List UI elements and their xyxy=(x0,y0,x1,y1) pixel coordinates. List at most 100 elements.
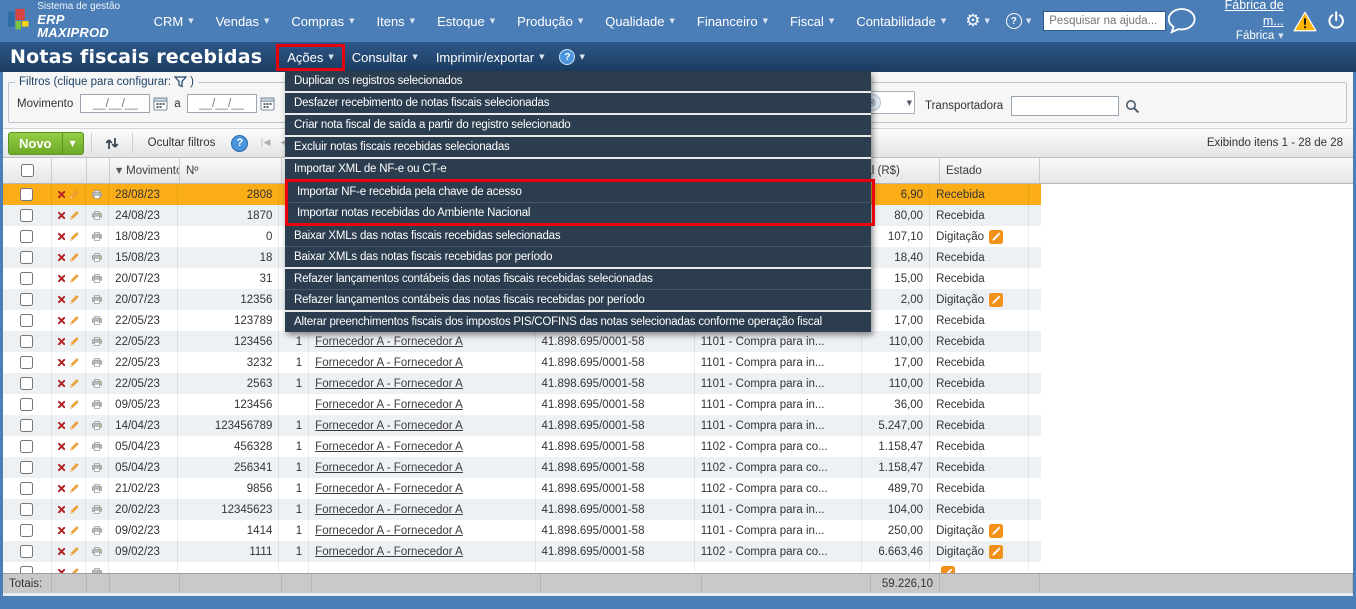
fornecedor-link[interactable]: Fornecedor A - Fornecedor A xyxy=(315,504,463,516)
print-icon[interactable] xyxy=(92,482,103,495)
edit-pencil-icon[interactable] xyxy=(69,356,79,369)
delete-icon[interactable] xyxy=(57,211,65,220)
row-checkbox[interactable] xyxy=(20,335,34,348)
print-icon[interactable] xyxy=(92,440,103,453)
row-checkbox[interactable] xyxy=(20,293,34,306)
row-checkbox[interactable] xyxy=(20,524,34,537)
edit-pencil-icon[interactable] xyxy=(69,335,79,348)
delete-icon[interactable] xyxy=(57,442,65,451)
fornecedor-link[interactable]: Fornecedor A - Fornecedor A xyxy=(315,483,463,495)
fornecedor-link[interactable]: Fornecedor A - Fornecedor A xyxy=(315,546,463,558)
company-link[interactable]: Fábrica de m... xyxy=(1207,0,1284,29)
menu-consultar[interactable]: Consultar ▼ xyxy=(343,46,427,69)
print-icon[interactable] xyxy=(92,293,103,306)
delete-icon[interactable] xyxy=(57,358,65,367)
menu-item-baixar-xmls-das-notas-fiscais-recebidas-[interactable]: Baixar XMLs das notas fiscais recebidas … xyxy=(285,246,871,267)
digitacao-edit-icon[interactable] xyxy=(989,229,1004,244)
novo-button[interactable]: Novo ▼ xyxy=(8,131,84,155)
edit-pencil-icon[interactable] xyxy=(69,545,79,558)
edit-pencil-icon[interactable] xyxy=(69,398,79,411)
delete-icon[interactable] xyxy=(57,337,65,346)
edit-pencil-icon[interactable] xyxy=(69,440,79,453)
table-row[interactable]: 22/05/23 2563 1 Fornecedor A - Fornecedor A… xyxy=(3,373,1041,394)
print-icon[interactable] xyxy=(92,314,103,327)
row-checkbox[interactable] xyxy=(20,398,34,411)
delete-icon[interactable] xyxy=(57,526,65,535)
print-icon[interactable] xyxy=(92,566,103,573)
table-row[interactable]: 20/02/23 12345623 1 Fornecedor A - Forneced… xyxy=(3,499,1041,520)
table-row[interactable]: 22/05/23 123456 1 Fornecedor A - Fornecedor… xyxy=(3,331,1041,352)
table-row[interactable]: 09/02/23 1111 1 Fornecedor A - Fornecedor A… xyxy=(3,541,1041,562)
delete-icon[interactable] xyxy=(57,190,65,199)
nav-menu-compras[interactable]: Compras ▼ xyxy=(280,0,365,42)
chevron-down-icon[interactable]: ▼ xyxy=(579,53,584,61)
menu-acoes[interactable]: Ações ▼ xyxy=(276,43,345,71)
edit-pencil-icon[interactable] xyxy=(69,461,79,474)
nav-menu-producao[interactable]: Produção ▼ xyxy=(506,0,594,42)
edit-pencil-icon[interactable] xyxy=(69,230,79,243)
menu-item-desfazer-recebimento-de-notas-fiscais-se[interactable]: Desfazer recebimento de notas fiscais se… xyxy=(285,91,871,113)
edit-pencil-icon[interactable] xyxy=(69,419,79,432)
help-search-input[interactable] xyxy=(1043,11,1167,31)
print-icon[interactable] xyxy=(92,272,103,285)
menu-item-importar-nf-e-recebida-pela-chave-de-ace[interactable]: Importar NF-e recebida pela chave de ace… xyxy=(288,182,872,202)
delete-icon[interactable] xyxy=(57,421,65,430)
fornecedor-link[interactable]: Fornecedor A - Fornecedor A xyxy=(315,336,463,348)
row-checkbox[interactable] xyxy=(20,188,34,201)
fornecedor-link[interactable]: Fornecedor A - Fornecedor A xyxy=(315,462,463,474)
menu-item-criar-nota-fiscal-de-saida-a-partir-do-r[interactable]: Criar nota fiscal de saída a partir do r… xyxy=(285,113,871,135)
print-icon[interactable] xyxy=(92,377,103,390)
menu-item-excluir-notas-fiscais-recebidas-selecion[interactable]: Excluir notas fiscais recebidas selecion… xyxy=(285,135,871,157)
delete-icon[interactable] xyxy=(57,274,65,283)
header-total[interactable]: Total (R$) xyxy=(871,158,940,183)
row-checkbox[interactable] xyxy=(20,314,34,327)
movimento-date-to[interactable] xyxy=(186,94,257,113)
row-checkbox[interactable] xyxy=(20,272,34,285)
delete-icon[interactable] xyxy=(57,484,65,493)
row-checkbox[interactable] xyxy=(20,230,34,243)
menu-item-alterar-preenchimentos-fiscais-dos-impos[interactable]: Alterar preenchimentos fiscais dos impos… xyxy=(285,310,871,332)
nav-menu-itens[interactable]: Itens ▼ xyxy=(365,0,426,42)
row-checkbox[interactable] xyxy=(20,419,34,432)
chevron-down-icon[interactable]: ▼ xyxy=(907,99,912,107)
table-row-partial[interactable] xyxy=(3,562,1041,573)
nav-menu-fiscal[interactable]: Fiscal ▼ xyxy=(779,0,845,42)
row-checkbox[interactable] xyxy=(20,377,34,390)
nav-menu-financeiro[interactable]: Financeiro ▼ xyxy=(686,0,779,42)
app-logo[interactable]: Sistema de gestão ERP MAXIPROD xyxy=(0,2,143,40)
row-checkbox[interactable] xyxy=(20,251,34,264)
table-row[interactable]: 09/05/23 123456 Fornecedor A - Fornecedor … xyxy=(3,394,1041,415)
filters-legend[interactable]: Filtros (clique para configurar: ) xyxy=(15,76,198,88)
print-icon[interactable] xyxy=(92,356,103,369)
ocultar-filtros-button[interactable]: Ocultar filtros xyxy=(140,133,224,153)
delete-icon[interactable] xyxy=(57,316,65,325)
refresh-button[interactable] xyxy=(99,134,125,153)
row-checkbox[interactable] xyxy=(20,503,34,516)
chevron-down-icon[interactable]: ▼ xyxy=(63,139,83,148)
nav-menu-estoque[interactable]: Estoque ▼ xyxy=(426,0,506,42)
calendar-icon[interactable] xyxy=(153,96,168,111)
table-row[interactable]: 09/02/23 1414 1 Fornecedor A - Fornecedor A… xyxy=(3,520,1041,541)
search-icon[interactable] xyxy=(1125,99,1140,114)
menu-item-refazer-lancamentos-contabeis-das-notas-[interactable]: Refazer lançamentos contábeis das notas … xyxy=(285,289,871,310)
row-checkbox[interactable] xyxy=(20,545,34,558)
row-checkbox[interactable] xyxy=(20,209,34,222)
menu-item-duplicar-os-registros-selecionados[interactable]: Duplicar os registros selecionados xyxy=(285,71,871,91)
print-icon[interactable] xyxy=(92,419,103,432)
delete-icon[interactable] xyxy=(57,547,65,556)
edit-pencil-icon[interactable] xyxy=(69,251,79,264)
edit-pencil-icon[interactable] xyxy=(69,188,79,201)
edit-pencil-icon[interactable] xyxy=(69,293,79,306)
print-icon[interactable] xyxy=(92,209,103,222)
digitacao-edit-icon[interactable] xyxy=(941,565,956,574)
print-icon[interactable] xyxy=(92,503,103,516)
header-numero[interactable]: Nº xyxy=(180,158,282,183)
fornecedor-link[interactable]: Fornecedor A - Fornecedor A xyxy=(315,378,463,390)
header-estado[interactable]: Estado xyxy=(940,158,1040,183)
table-row[interactable]: 14/04/23 123456789 1 Fornecedor A - Fornece… xyxy=(3,415,1041,436)
print-icon[interactable] xyxy=(92,230,103,243)
row-checkbox[interactable] xyxy=(20,566,34,573)
row-checkbox[interactable] xyxy=(20,440,34,453)
fornecedor-link[interactable]: Fornecedor A - Fornecedor A xyxy=(315,525,463,537)
print-icon[interactable] xyxy=(92,524,103,537)
